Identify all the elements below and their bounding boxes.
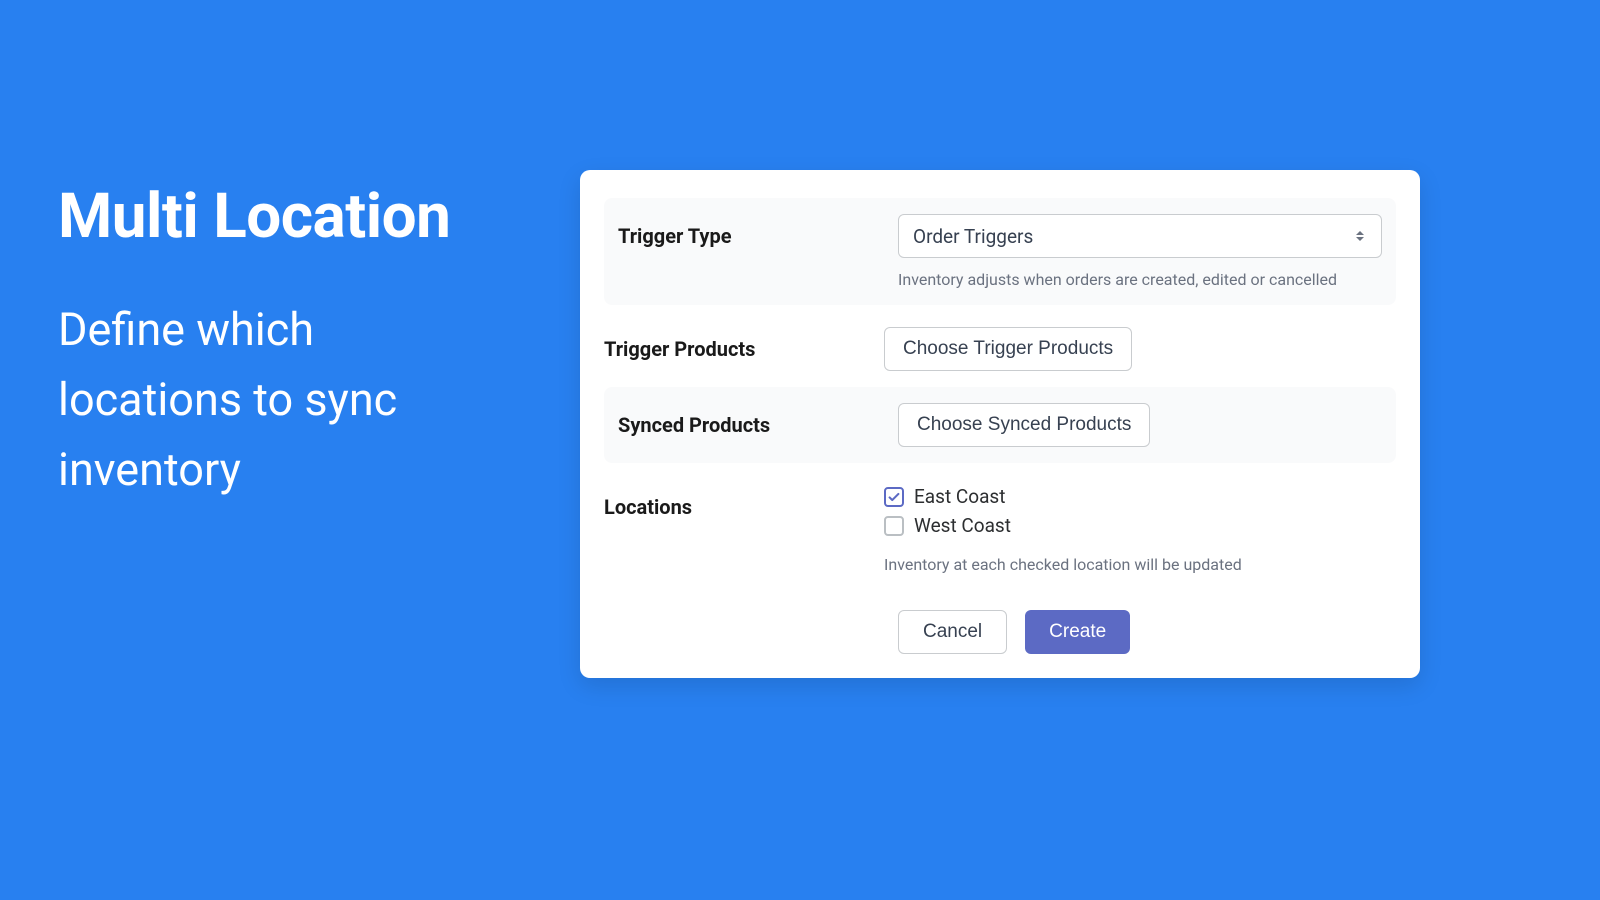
synced-products-row: Synced Products Choose Synced Products <box>604 387 1396 463</box>
settings-card: Trigger Type Order Triggers Inventory ad… <box>580 170 1420 678</box>
trigger-products-label: Trigger Products <box>604 327 884 361</box>
cancel-button[interactable]: Cancel <box>898 610 1007 654</box>
location-option-east-coast: East Coast <box>884 485 1396 508</box>
select-caret-icon <box>1356 226 1370 246</box>
choose-trigger-products-button[interactable]: Choose Trigger Products <box>884 327 1132 371</box>
trigger-type-label: Trigger Type <box>618 214 898 248</box>
check-icon <box>887 490 901 504</box>
trigger-type-select[interactable]: Order Triggers <box>898 214 1382 258</box>
locations-control: East Coast West Coast Inventory at each … <box>884 485 1396 574</box>
location-option-west-coast: West Coast <box>884 514 1396 537</box>
trigger-type-select-wrap: Order Triggers <box>898 214 1382 258</box>
page-title: Multi Location <box>58 180 498 253</box>
action-buttons: Cancel Create <box>898 610 1396 654</box>
trigger-products-row: Trigger Products Choose Trigger Products <box>604 311 1396 387</box>
locations-row: Locations East Coast West Coast Inventor… <box>604 469 1396 590</box>
page-subtitle: Define which locations to sync inventory <box>58 295 498 504</box>
west-coast-checkbox[interactable] <box>884 516 904 536</box>
synced-products-label: Synced Products <box>618 403 898 437</box>
choose-synced-products-button[interactable]: Choose Synced Products <box>898 403 1150 447</box>
east-coast-checkbox[interactable] <box>884 487 904 507</box>
west-coast-label: West Coast <box>914 514 1011 537</box>
create-button[interactable]: Create <box>1025 610 1130 654</box>
trigger-type-helper: Inventory adjusts when orders are create… <box>898 270 1382 289</box>
trigger-type-control: Order Triggers Inventory adjusts when or… <box>898 214 1382 289</box>
trigger-type-row: Trigger Type Order Triggers Inventory ad… <box>604 198 1396 305</box>
locations-label: Locations <box>604 485 884 519</box>
hero-panel: Multi Location Define which locations to… <box>58 180 498 504</box>
locations-helper: Inventory at each checked location will … <box>884 555 1396 574</box>
east-coast-label: East Coast <box>914 485 1005 508</box>
trigger-products-control: Choose Trigger Products <box>884 327 1396 371</box>
synced-products-control: Choose Synced Products <box>898 403 1382 447</box>
